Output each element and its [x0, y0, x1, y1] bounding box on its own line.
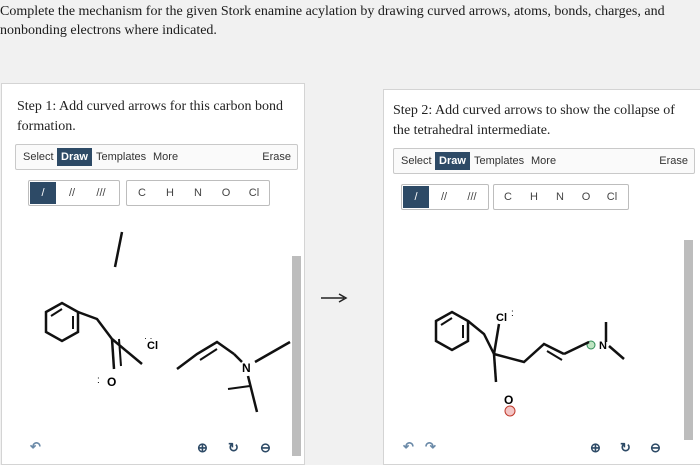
- step1-oxygen-label: O: [107, 375, 116, 389]
- step2-select-menu[interactable]: Select: [398, 153, 435, 169]
- step2-more-menu[interactable]: More: [528, 153, 559, 169]
- step1-scrollbar[interactable]: [292, 256, 301, 456]
- step1-carbonyl-carbon-bond: [111, 338, 143, 365]
- zoom-in-icon[interactable]: ⊕: [197, 440, 208, 456]
- step2-atom-c-button[interactable]: C: [495, 186, 521, 208]
- step1-atom-o-button[interactable]: O: [213, 182, 239, 204]
- step2-draw-menu[interactable]: Draw: [435, 152, 470, 170]
- step1-title: Step 1: Add curved arrows for this carbo…: [17, 99, 283, 134]
- step2-chlorine-label: Cl: [496, 312, 507, 324]
- zoom-out-icon[interactable]: ⊖: [260, 440, 271, 456]
- step1-stray-bond: [113, 231, 124, 268]
- step1-ring-double-bond: [50, 308, 63, 317]
- step2-scrollbar[interactable]: [684, 240, 693, 440]
- step2-templates-menu[interactable]: Templates: [471, 153, 527, 169]
- step2-erase-button[interactable]: Erase: [656, 153, 691, 169]
- step2-c-o-bond: [492, 353, 498, 383]
- step1-menubar: Select Draw Templates More Erase: [15, 144, 298, 170]
- step1-templates-menu[interactable]: Templates: [93, 149, 149, 165]
- step2-double-bond-button[interactable]: //: [431, 186, 457, 208]
- step1-co-bond: [110, 338, 116, 370]
- step1-atom-cl-button[interactable]: Cl: [241, 182, 267, 204]
- step1-bond-tools: / // ///: [28, 180, 120, 206]
- undo-icon[interactable]: ↶: [403, 439, 414, 455]
- step1-cn-bond: [233, 353, 243, 363]
- undo-icon[interactable]: ↶: [30, 439, 41, 455]
- redo-icon[interactable]: ↷: [425, 439, 436, 455]
- step1-panel: Step 1: Add curved arrows for this carbo…: [1, 83, 305, 465]
- step2-title: Step 2: Add curved arrows to show the co…: [393, 103, 675, 138]
- step2-c-cl-bond: [492, 323, 501, 355]
- step2-c-n-bond: [563, 340, 590, 356]
- step2-atom-h-button[interactable]: H: [521, 186, 547, 208]
- step1-triple-bond-button[interactable]: ///: [88, 182, 114, 204]
- reset-icon[interactable]: ↻: [228, 440, 239, 456]
- reset-icon[interactable]: ↻: [620, 440, 631, 456]
- step2-atom-cl-button[interactable]: Cl: [599, 186, 625, 208]
- step1-nmethyl-bond: [246, 375, 259, 413]
- step2-oxygen-charge: [504, 405, 516, 417]
- step2-single-bond-button[interactable]: /: [403, 186, 429, 208]
- step1-chlorine-lone-pairs: · ·: [144, 333, 153, 343]
- step2-panel: Step 2: Add curved arrows to show the co…: [383, 89, 700, 465]
- step1-canvas[interactable]: O : Cl · · N: [2, 214, 304, 464]
- step2-chlorine-lone-pairs: :: [511, 308, 514, 319]
- step2-atom-tools: C H N O Cl: [493, 184, 629, 210]
- step1-co-double-bond: [118, 338, 122, 367]
- step1-select-menu[interactable]: Select: [20, 149, 57, 165]
- step1-oxygen-lone-pair: :: [97, 375, 100, 386]
- step1-draw-menu[interactable]: Draw: [57, 148, 92, 166]
- step1-atom-tools: C H N O Cl: [126, 180, 270, 206]
- step2-chain: [493, 342, 565, 364]
- step1-erase-button[interactable]: Erase: [259, 149, 294, 165]
- step2-triple-bond-button[interactable]: ///: [459, 186, 485, 208]
- step1-chain-bonds: [77, 310, 113, 340]
- zoom-in-icon[interactable]: ⊕: [590, 440, 601, 456]
- step1-atom-h-button[interactable]: H: [157, 182, 183, 204]
- step1-atom-n-button[interactable]: N: [185, 182, 211, 204]
- step2-atom-o-button[interactable]: O: [573, 186, 599, 208]
- step1-single-bond-button[interactable]: /: [30, 182, 56, 204]
- step1-nitrogen-label: N: [242, 361, 251, 375]
- step1-atom-c-button[interactable]: C: [129, 182, 155, 204]
- zoom-out-icon[interactable]: ⊖: [650, 440, 661, 456]
- step2-bond-tools: / // ///: [401, 184, 489, 210]
- step1-nmethyl-bond: [227, 385, 251, 390]
- step2-canvas[interactable]: Cl : O N: [384, 214, 700, 464]
- question-text: Complete the mechanism for the given Sto…: [0, 4, 665, 38]
- step2-atom-n-button[interactable]: N: [547, 186, 573, 208]
- step1-double-bond-button[interactable]: //: [59, 182, 85, 204]
- step2-ring-double-bond: [440, 317, 453, 326]
- step1-more-menu[interactable]: More: [150, 149, 181, 165]
- reaction-arrow-icon: [321, 293, 348, 303]
- step1-nmethyl-bond: [254, 340, 291, 364]
- step2-menubar: Select Draw Templates More Erase: [393, 148, 695, 174]
- step2-chain-bonds: [467, 320, 496, 355]
- step2-n-methyl-bond: [608, 345, 625, 360]
- step2-oxygen-label: O: [504, 393, 513, 407]
